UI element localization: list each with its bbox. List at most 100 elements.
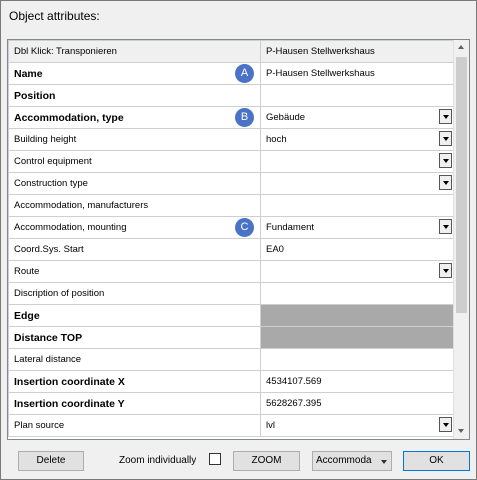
attribute-value-field[interactable]: 5628267.395 xyxy=(260,392,454,415)
scroll-up-icon[interactable] xyxy=(454,40,469,55)
attribute-label-text: Discription of position xyxy=(14,288,105,299)
attribute-label-text: Lateral distance xyxy=(14,354,82,365)
attribute-value-select[interactable] xyxy=(260,150,454,173)
attribute-value-text: EA0 xyxy=(266,244,284,255)
scroll-down-icon[interactable] xyxy=(454,424,469,439)
attribute-row[interactable]: Construction type xyxy=(8,172,454,195)
attribute-row[interactable]: Accommodation, type B Gebäude xyxy=(8,106,454,129)
attribute-label: Accommodation, mounting C xyxy=(8,216,261,239)
attribute-label-text: Insertion coordinate Y xyxy=(14,397,125,410)
dropdown-arrow-icon[interactable] xyxy=(439,153,452,168)
attribute-value-field[interactable] xyxy=(260,348,454,371)
attribute-label: Route xyxy=(8,260,261,283)
zoom-individually-checkbox[interactable] xyxy=(209,453,221,465)
attributes-table: Dbl Klick: Transponieren P-Hausen Stellw… xyxy=(8,40,454,437)
dropdown-arrow-icon[interactable] xyxy=(439,131,452,146)
attribute-label: Lateral distance xyxy=(8,348,261,371)
attribute-label: Insertion coordinate X xyxy=(8,370,261,393)
attribute-value-select[interactable] xyxy=(260,260,454,283)
attribute-value-select[interactable]: Gebäude xyxy=(260,106,454,129)
attribute-label: Accommodation, type B xyxy=(8,106,261,129)
attribute-row[interactable]: Accommodation, mounting C Fundament xyxy=(8,216,454,239)
callout-marker: C xyxy=(235,218,254,237)
attributes-grid: Dbl Klick: Transponieren P-Hausen Stellw… xyxy=(7,39,470,440)
attribute-row[interactable]: Accommodation, manufacturers xyxy=(8,194,454,217)
attribute-value-text: hoch xyxy=(266,134,287,145)
chevron-down-icon xyxy=(381,460,387,464)
attribute-label-text: Name xyxy=(14,67,43,80)
attribute-value-select[interactable] xyxy=(260,172,454,195)
attribute-row[interactable]: Building height hoch xyxy=(8,128,454,151)
attribute-label: Coord.Sys. Start xyxy=(8,238,261,261)
attribute-label: Building height xyxy=(8,128,261,151)
attribute-label: Distance TOP xyxy=(8,326,261,349)
attribute-value-text: 4534107.569 xyxy=(266,376,322,387)
attribute-value-field[interactable]: 4534107.569 xyxy=(260,370,454,393)
attribute-label: Insertion coordinate Y xyxy=(8,392,261,415)
attribute-value-text: Gebäude xyxy=(266,112,306,123)
callout-marker: A xyxy=(235,64,254,83)
attribute-label: Plan source xyxy=(8,414,261,437)
attribute-row[interactable]: Name A P-Hausen Stellwerkshaus xyxy=(8,62,454,85)
vertical-scrollbar[interactable] xyxy=(453,40,469,439)
object-type-select-value: Accommoda xyxy=(316,455,372,466)
attribute-label-text: Edge xyxy=(14,309,40,322)
attribute-row[interactable]: Route xyxy=(8,260,454,283)
dropdown-arrow-icon[interactable] xyxy=(439,417,452,432)
dropdown-arrow-icon[interactable] xyxy=(439,109,452,124)
attribute-value-field[interactable] xyxy=(260,282,454,305)
dropdown-arrow-icon[interactable] xyxy=(439,263,452,278)
header-value: P-Hausen Stellwerkshaus xyxy=(260,40,454,63)
object-type-select[interactable]: Accommoda xyxy=(312,451,392,471)
attribute-row[interactable]: Distance TOP xyxy=(8,326,454,349)
attribute-label-text: Position xyxy=(14,89,56,102)
attribute-label: Edge xyxy=(8,304,261,327)
attribute-row[interactable]: Insertion coordinate X 4534107.569 xyxy=(8,370,454,393)
attribute-label-text: Distance TOP xyxy=(14,331,83,344)
attribute-row[interactable]: Plan source lvl xyxy=(8,414,454,437)
attribute-value-text: lvl xyxy=(266,420,275,431)
attribute-value-field xyxy=(260,326,454,349)
ok-button[interactable]: OK xyxy=(403,451,470,471)
attribute-row[interactable]: Insertion coordinate Y 5628267.395 xyxy=(8,392,454,415)
attribute-label: Construction type xyxy=(8,172,261,195)
delete-button[interactable]: Delete xyxy=(18,451,84,471)
attribute-value-text: 5628267.395 xyxy=(266,398,322,409)
scroll-thumb[interactable] xyxy=(456,57,467,313)
attribute-value-field[interactable] xyxy=(260,84,454,107)
header-row: Dbl Klick: Transponieren P-Hausen Stellw… xyxy=(8,40,454,63)
attribute-value-text: Fundament xyxy=(266,222,315,233)
header-label: Dbl Klick: Transponieren xyxy=(8,40,261,63)
zoom-individually-label: Zoom individually xyxy=(119,455,197,466)
attribute-row[interactable]: Discription of position xyxy=(8,282,454,305)
attribute-label-text: Route xyxy=(14,266,40,277)
attribute-row[interactable]: Edge xyxy=(8,304,454,327)
attribute-label-text: Building height xyxy=(14,134,77,145)
attribute-row[interactable]: Position xyxy=(8,84,454,107)
window-title: Object attributes: xyxy=(9,9,100,23)
callout-marker: B xyxy=(235,108,254,127)
attribute-label-text: Accommodation, type xyxy=(14,111,124,124)
attribute-value-field[interactable]: P-Hausen Stellwerkshaus xyxy=(260,62,454,85)
attribute-label-text: Construction type xyxy=(14,178,88,189)
attribute-value-select[interactable]: Fundament xyxy=(260,216,454,239)
dropdown-arrow-icon[interactable] xyxy=(439,219,452,234)
attribute-label-text: Control equipment xyxy=(14,156,92,167)
attribute-label: Discription of position xyxy=(8,282,261,305)
attribute-label-text: Accommodation, mounting xyxy=(14,222,127,233)
attribute-value-text: P-Hausen Stellwerkshaus xyxy=(266,68,375,79)
zoom-button[interactable]: ZOOM xyxy=(233,451,300,471)
attribute-value-select[interactable]: hoch xyxy=(260,128,454,151)
attribute-value-field[interactable] xyxy=(260,194,454,217)
attribute-row[interactable]: Lateral distance xyxy=(8,348,454,371)
attribute-label-text: Plan source xyxy=(14,420,65,431)
attribute-row[interactable]: Control equipment xyxy=(8,150,454,173)
attribute-row[interactable]: Coord.Sys. Start EA0 xyxy=(8,238,454,261)
attribute-value-field xyxy=(260,304,454,327)
attribute-label-text: Accommodation, manufacturers xyxy=(14,200,149,211)
attribute-label: Control equipment xyxy=(8,150,261,173)
attribute-value-select[interactable]: lvl xyxy=(260,414,454,437)
object-attributes-window: Object attributes: Dbl Klick: Transponie… xyxy=(0,0,477,480)
attribute-value-field[interactable]: EA0 xyxy=(260,238,454,261)
dropdown-arrow-icon[interactable] xyxy=(439,175,452,190)
